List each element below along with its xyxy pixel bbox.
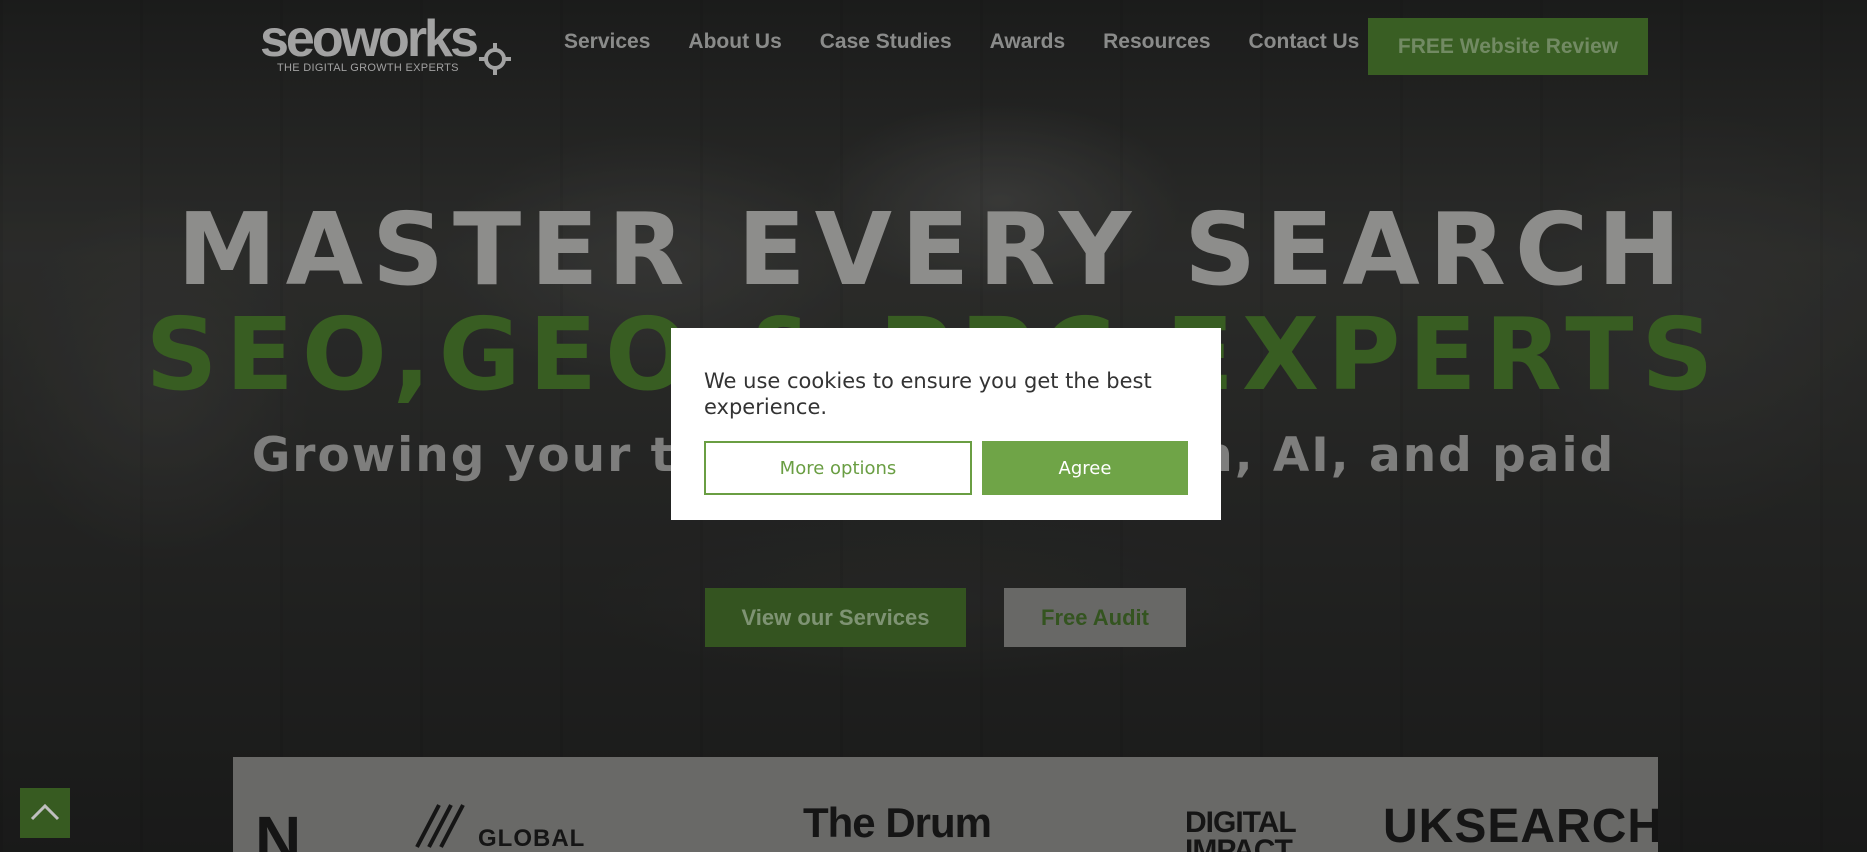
cookie-message: We use cookies to ensure you get the bes… (704, 369, 1152, 419)
cookie-consent-modal: We use cookies to ensure you get the bes… (671, 328, 1221, 520)
more-options-button[interactable]: More options (704, 441, 972, 495)
agree-button[interactable]: Agree (982, 441, 1188, 495)
